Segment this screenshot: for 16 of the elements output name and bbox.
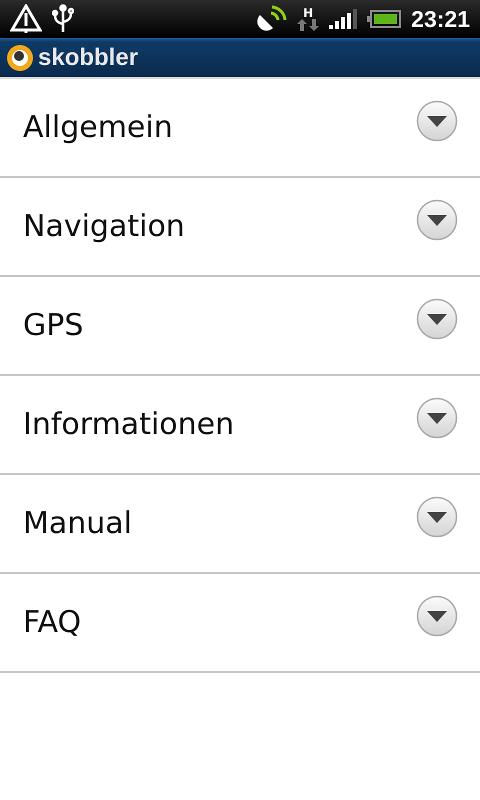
clock: 23:21	[411, 6, 470, 32]
signal-icon	[329, 9, 358, 29]
app-title: skobbler	[38, 44, 138, 72]
logo-icon	[6, 44, 34, 72]
settings-section[interactable]: Informationen	[0, 376, 480, 475]
settings-section[interactable]: Allgemein	[0, 79, 480, 178]
usb-icon	[52, 4, 74, 34]
settings-section[interactable]: Manual	[0, 475, 480, 574]
gps-signal-icon	[257, 5, 288, 33]
battery-icon	[367, 10, 402, 28]
settings-section[interactable]: GPS	[0, 277, 480, 376]
settings-section[interactable]: FAQ	[0, 574, 480, 673]
data-arrows-icon	[297, 19, 320, 31]
network-type: H	[303, 7, 314, 19]
warning-icon	[10, 4, 42, 34]
settings-section[interactable]: Navigation	[0, 178, 480, 277]
